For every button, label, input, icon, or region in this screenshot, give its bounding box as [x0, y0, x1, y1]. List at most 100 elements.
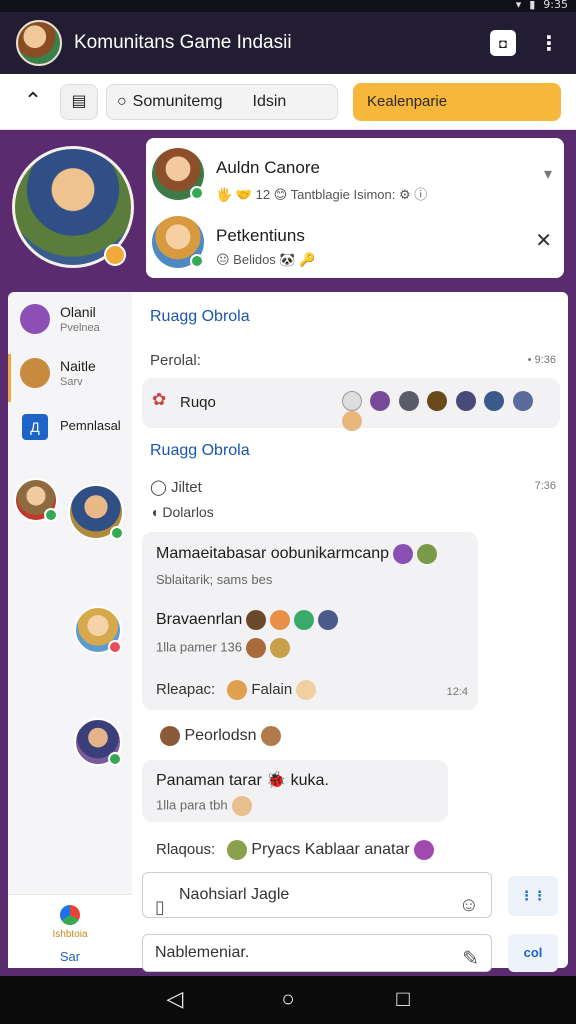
- reaction-text: Pryacs Kablaar anatar: [251, 840, 410, 858]
- sidebar-footer[interactable]: Ishbtoia Sar: [8, 894, 132, 968]
- logo-icon: [60, 905, 80, 925]
- section-title: Ruagg Obrola: [150, 308, 250, 325]
- emoji-icon[interactable]: [484, 391, 505, 411]
- chat-message[interactable]: Peorlodsn: [156, 726, 281, 746]
- emoji-icon: [246, 610, 267, 630]
- emoji-icon: [318, 610, 339, 630]
- emoji-icon: [227, 840, 248, 860]
- emoji-icon: [393, 544, 414, 564]
- row-label: Perolal:: [150, 352, 201, 369]
- toolbar: ⌃ ▤ ○ Somunitemg Idsin Kealenparie: [0, 74, 576, 130]
- dolarlos-label: Dolarlos: [162, 504, 214, 520]
- close-icon[interactable]: ✕: [535, 228, 552, 253]
- card-meta: 😐 Belidos 🐼 🔑: [216, 252, 316, 267]
- edit-icon[interactable]: ✎: [462, 941, 479, 977]
- system-nav-bar: ◁ ○ □: [0, 976, 576, 1024]
- star-icon: [294, 610, 315, 630]
- search-text: Somunitemg: [132, 93, 223, 110]
- emoji-icon: [160, 726, 180, 746]
- card-meta: 🖐 🤝 12 😊 Tantblagie Isimon: ⚙ ⓘ: [216, 187, 428, 202]
- avatar[interactable]: [68, 484, 124, 540]
- search-filter[interactable]: Idsin: [253, 93, 287, 111]
- chat-message[interactable]: Panaman tarar 🐞 kuka. 1lla para tbh: [142, 760, 448, 822]
- radio-option[interactable]: ◯ Jiltet: [150, 478, 202, 496]
- message-sub: Sblaitarik; sams bes: [156, 572, 273, 587]
- app-icon: Д: [22, 414, 48, 440]
- emoji-icon: [417, 544, 438, 564]
- emoji-icon: [296, 680, 317, 700]
- reaction-label: Ruqo: [180, 394, 216, 411]
- timestamp: 12:4: [446, 686, 468, 698]
- online-status-icon: [110, 526, 124, 540]
- app-bar: Komunitans Game Indasii ◘ ⋮: [0, 12, 576, 74]
- online-status-icon: [190, 254, 204, 268]
- friend-card[interactable]: Auldn Canore 🖐 🤝 12 😊 Tantblagie Isimon:…: [152, 146, 562, 208]
- card-name: Petkentiuns: [216, 226, 305, 245]
- message-sub-2: 1lla pamer 136: [156, 639, 242, 655]
- cta-button[interactable]: Kealenparie: [353, 83, 561, 121]
- back-icon[interactable]: ◁: [160, 986, 190, 1014]
- message-input[interactable]: ▯ Naohsiarl Jagle ☺: [142, 872, 492, 918]
- app-avatar[interactable]: [16, 20, 62, 66]
- message-text-1: Mamaeitabasar oobunikarmcanp: [156, 545, 390, 563]
- send-button-2[interactable]: col: [508, 934, 558, 972]
- timestamp: • 9:36: [527, 354, 556, 366]
- emoji-row: [338, 391, 560, 431]
- sidebar-item-label: Pemnlasal: [60, 418, 121, 433]
- footer-link[interactable]: Sar: [8, 949, 132, 964]
- emoji-icon: [270, 638, 290, 658]
- more-vert-icon[interactable]: ⋮: [536, 30, 562, 56]
- chat-message[interactable]: Mamaeitabasar oobunikarmcanp Sblaitarik;…: [142, 532, 478, 710]
- reaction-row: Rleapac: Falain: [156, 680, 317, 700]
- reaction-row: Rlaqous: Pryacs Kablaar anatar: [156, 840, 434, 860]
- emoji-icon[interactable]: [370, 391, 391, 411]
- home-nav-icon[interactable]: ○: [273, 986, 303, 1014]
- sidebar-item-pemnlasal[interactable]: Д Pemnlasal: [8, 292, 132, 452]
- search-icon: ○: [117, 93, 127, 110]
- input-placeholder: Nablemeniar.: [155, 944, 250, 961]
- filter-icon[interactable]: ▤: [60, 84, 98, 120]
- message-text: Mamaeitabasar oobunikarmcanp: [156, 544, 438, 564]
- message-text-2: Bravaenrlan: [156, 611, 243, 629]
- search-bar[interactable]: ○ Somunitemg Idsin: [106, 84, 338, 120]
- input-placeholder: Naohsiarl Jagle: [179, 886, 290, 903]
- section-title: Ruagg Obrola: [150, 442, 250, 459]
- message-sub: 1lla pamer 136: [156, 638, 290, 658]
- emoji-icon[interactable]: [342, 411, 362, 431]
- message-text-3: Peorlodsn: [184, 727, 257, 745]
- emoji-icon: [246, 638, 266, 658]
- avatar[interactable]: [14, 478, 58, 522]
- timestamp: 7:36: [534, 480, 556, 492]
- battery-icon: ▮: [529, 0, 536, 11]
- status-time: 9:35: [543, 0, 568, 11]
- message-text: Panaman tarar 🐞 kuka.: [156, 772, 329, 789]
- avatar[interactable]: [74, 718, 122, 766]
- emoji-icon[interactable]: [427, 391, 448, 411]
- attach-icon: ▯: [155, 897, 165, 917]
- footer-label: Ishbtoia: [52, 929, 88, 940]
- reaction-bar[interactable]: ✿ Ruqo: [142, 378, 560, 431]
- emoji-icon[interactable]: [398, 391, 419, 411]
- emoji-picker-icon[interactable]: ☺: [459, 883, 479, 927]
- send-button[interactable]: ⋮⋮: [508, 876, 558, 916]
- camera-icon[interactable]: ◘: [490, 30, 516, 56]
- friend-card[interactable]: Petkentiuns 😐 Belidos 🐼 🔑 ✕: [152, 214, 562, 276]
- home-icon[interactable]: ⌃: [18, 88, 48, 116]
- emoji-icon[interactable]: [455, 391, 476, 411]
- emoji-icon[interactable]: [342, 391, 362, 411]
- app-title: Komunitans Game Indasii: [74, 32, 292, 53]
- sidebar: Olanil Pvelnea Naitle Sarv Д Pemnlasal I…: [8, 292, 132, 968]
- radio-icon: ◯: [150, 479, 167, 496]
- chevron-down-icon[interactable]: ▾: [544, 164, 552, 184]
- emoji-icon: [413, 840, 434, 860]
- reply-input[interactable]: Nablemeniar. ✎: [142, 934, 492, 972]
- dolarlos-row: ◖ Dolarlos: [150, 504, 214, 520]
- emoji-icon[interactable]: [512, 391, 533, 411]
- reaction-text: Falain: [251, 680, 293, 698]
- pin-icon: ◖: [150, 504, 159, 520]
- status-icon: [108, 640, 122, 654]
- message-sub: 1lla para tbh: [156, 796, 252, 816]
- emoji-icon: [227, 680, 248, 700]
- recents-icon[interactable]: □: [388, 986, 418, 1014]
- avatar[interactable]: [74, 606, 122, 654]
